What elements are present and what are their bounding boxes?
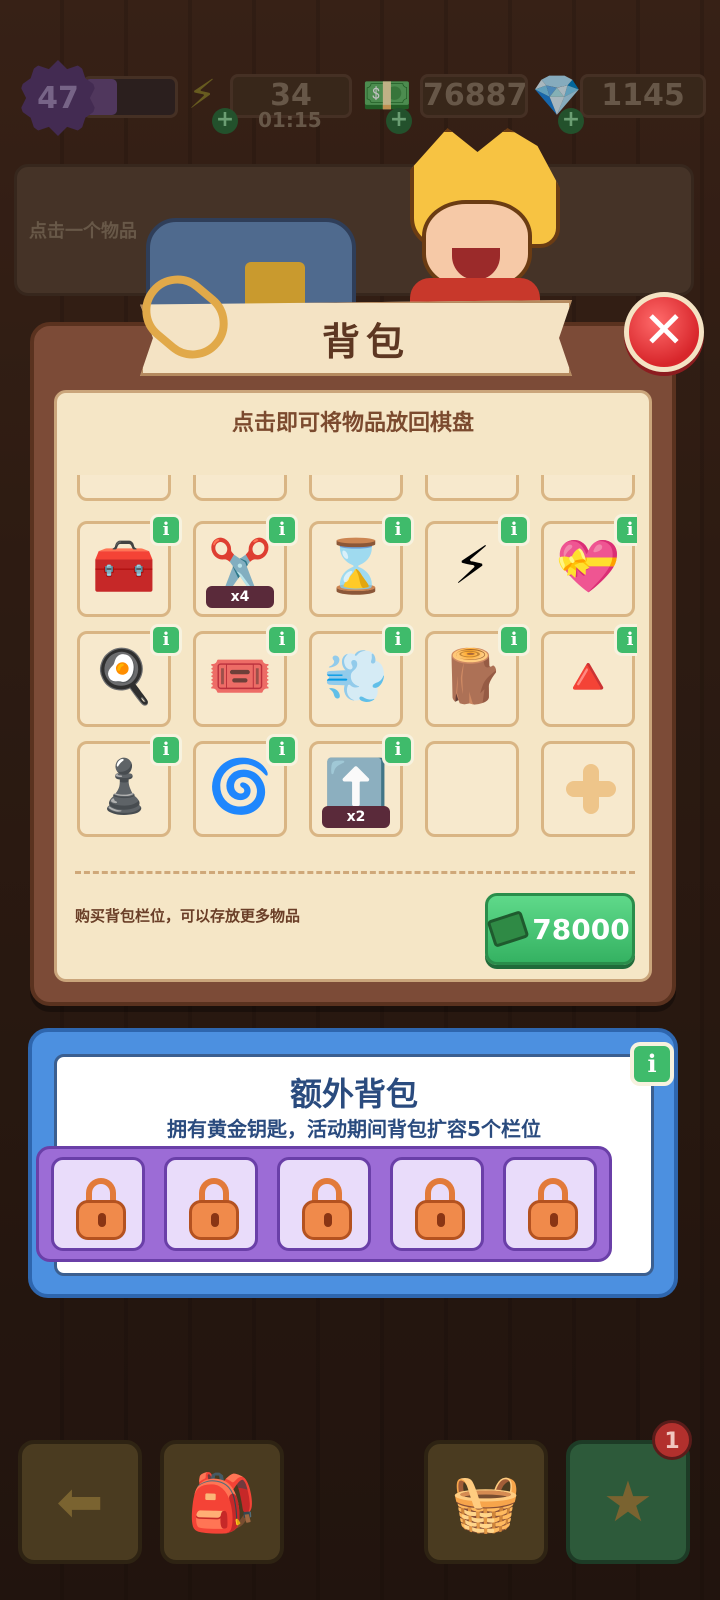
extra-bag-subtitle: 拥有黄金钥匙，活动期间背包扩容5个栏位 bbox=[167, 1117, 541, 1141]
empty-grid-cell[interactable] bbox=[425, 741, 519, 837]
backpack-title: 背包 bbox=[321, 318, 410, 364]
item-info-button[interactable]: i bbox=[382, 624, 414, 656]
locked-slot[interactable] bbox=[390, 1157, 484, 1251]
item-info-button[interactable]: i bbox=[614, 624, 637, 656]
backpack-subtitle: 点击即可将物品放回棋盘 bbox=[231, 411, 474, 436]
grid-cell[interactable]: ✂️ x4 i bbox=[193, 514, 298, 617]
grid-cell[interactable] bbox=[425, 475, 519, 501]
lock-icon bbox=[528, 1178, 578, 1240]
grid-cell[interactable]: 🪵 i bbox=[425, 624, 530, 727]
locked-slot[interactable] bbox=[503, 1157, 597, 1251]
item-info-button[interactable]: i bbox=[498, 514, 530, 546]
grid-cell[interactable]: ♟️ i bbox=[77, 734, 182, 837]
grid-cell[interactable]: 🎟️ i bbox=[193, 624, 298, 727]
extra-bag-slots bbox=[36, 1146, 612, 1262]
notification-badge: 1 bbox=[652, 1420, 692, 1460]
item-count: x4 bbox=[206, 586, 274, 608]
grid-cell[interactable]: 💝 i bbox=[541, 514, 637, 617]
lock-icon bbox=[415, 1178, 465, 1240]
buy-slot-button[interactable]: 78000 bbox=[485, 893, 635, 965]
grid-cell[interactable] bbox=[77, 475, 171, 501]
grid-cell[interactable]: 🧰 i bbox=[77, 514, 182, 617]
plus-icon bbox=[566, 764, 616, 814]
grid-cell[interactable]: 🔺 i bbox=[541, 624, 637, 727]
item-info-button[interactable]: i bbox=[614, 514, 637, 546]
backpack-icon: 🎒 bbox=[187, 1471, 257, 1536]
buy-slot-price: 78000 bbox=[532, 912, 630, 946]
locked-slot[interactable] bbox=[164, 1157, 258, 1251]
item-info-button[interactable]: i bbox=[382, 734, 414, 766]
add-slot-button[interactable] bbox=[541, 741, 635, 837]
grid-cell[interactable]: ⚡ i bbox=[425, 514, 530, 617]
grid-cell[interactable] bbox=[309, 475, 403, 501]
locked-slot[interactable] bbox=[277, 1157, 371, 1251]
grid-cell[interactable]: 💨 i bbox=[309, 624, 414, 727]
cash-icon bbox=[486, 910, 530, 948]
item-info-button[interactable]: i bbox=[498, 624, 530, 656]
backpack-grid[interactable]: 🧰 i ✂️ x4 i ⌛ i ⚡ i 💝 i 🍳 i 🎟️ i 💨 i 🪵 i… bbox=[77, 475, 637, 855]
item-count: x2 bbox=[322, 806, 390, 828]
backpack-button[interactable]: 🎒 bbox=[160, 1440, 284, 1564]
arrow-left-icon: ⬅ bbox=[56, 1470, 104, 1535]
grid-cell[interactable] bbox=[541, 475, 635, 501]
character-illustration bbox=[400, 128, 560, 328]
lock-icon bbox=[76, 1178, 126, 1240]
grid-cell[interactable]: 🍳 i bbox=[77, 624, 182, 727]
item-info-button[interactable]: i bbox=[266, 734, 298, 766]
locked-slot[interactable] bbox=[51, 1157, 145, 1251]
item-info-button[interactable]: i bbox=[150, 734, 182, 766]
star-icon: ★ bbox=[602, 1470, 654, 1535]
grid-cell[interactable]: ⌛ i bbox=[309, 514, 414, 617]
item-info-button[interactable]: i bbox=[150, 624, 182, 656]
lock-icon bbox=[189, 1178, 239, 1240]
back-button[interactable]: ⬅ bbox=[18, 1440, 142, 1564]
shop-basket-button[interactable]: 🧺 bbox=[424, 1440, 548, 1564]
grid-cell[interactable]: 🌀 i bbox=[193, 734, 298, 837]
item-info-button[interactable]: i bbox=[266, 514, 298, 546]
backpack-inner-panel: 点击即可将物品放回棋盘 🧰 i ✂️ x4 i ⌛ i ⚡ i 💝 i 🍳 i … bbox=[54, 390, 652, 982]
extra-bag-info-button[interactable]: i bbox=[630, 1042, 674, 1086]
close-button[interactable]: ✕ bbox=[624, 292, 704, 372]
buy-slot-description: 购买背包栏位，可以存放更多物品 bbox=[75, 907, 301, 925]
item-info-button[interactable]: i bbox=[266, 624, 298, 656]
lock-icon bbox=[302, 1178, 352, 1240]
item-info-button[interactable]: i bbox=[150, 514, 182, 546]
basket-icon: 🧺 bbox=[451, 1471, 521, 1536]
item-info-button[interactable]: i bbox=[382, 514, 414, 546]
grid-cell[interactable] bbox=[193, 475, 287, 501]
grid-cell[interactable]: ⬆️ x2 i bbox=[309, 734, 414, 837]
divider bbox=[75, 871, 635, 874]
extra-bag-title: 额外背包 bbox=[289, 1075, 418, 1113]
